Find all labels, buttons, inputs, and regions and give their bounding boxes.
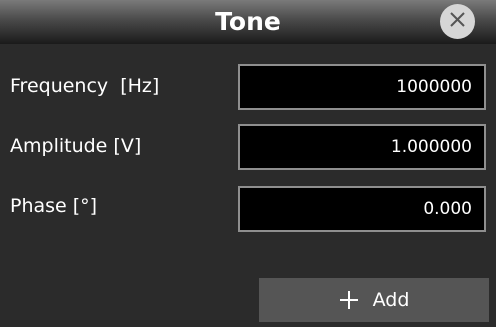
add-button-label: Add: [372, 289, 410, 311]
dialog-header: Tone: [0, 0, 496, 44]
add-button[interactable]: Add: [259, 278, 489, 322]
dialog-title: Tone: [215, 7, 281, 36]
close-button[interactable]: [440, 4, 475, 39]
phase-input[interactable]: [238, 186, 486, 232]
amplitude-input[interactable]: [238, 124, 486, 170]
phase-label: Phase [°]: [10, 195, 98, 217]
frequency-input[interactable]: [238, 64, 486, 110]
plus-icon: [339, 290, 359, 310]
amplitude-label: Amplitude [V]: [10, 135, 142, 157]
frequency-label: Frequency [Hz]: [10, 75, 160, 97]
tone-dialog: Tone Frequency [Hz] Amplitude [V] Phase …: [0, 0, 496, 327]
close-icon: [449, 11, 466, 32]
